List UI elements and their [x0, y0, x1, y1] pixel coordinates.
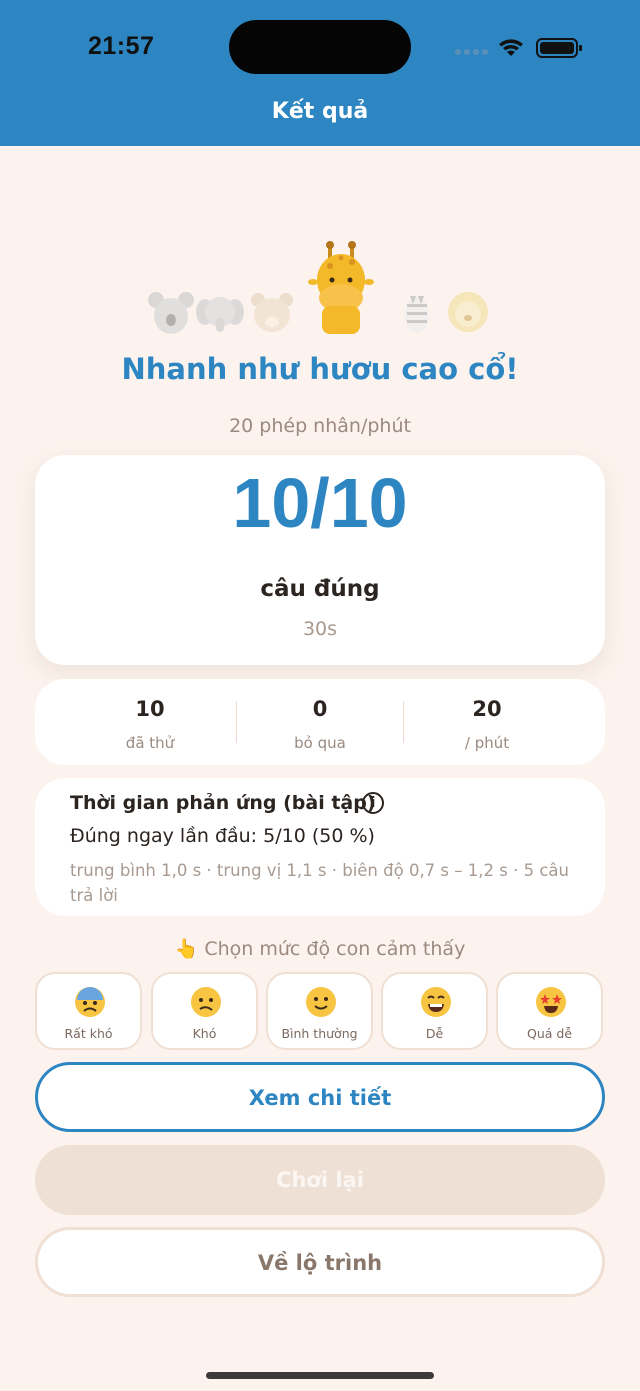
stat-attempted: 10 đã thử: [65, 679, 235, 765]
score-label: câu đúng: [260, 576, 380, 602]
stat-skipped: 0 bỏ qua: [235, 679, 405, 765]
feeling-easy-button[interactable]: Dễ: [381, 972, 488, 1050]
bear-icon: [251, 293, 293, 332]
reaction-time-card: Thời gian phản ứng (bài tập) i Đúng ngay…: [35, 778, 605, 916]
status-time: 21:57: [88, 32, 155, 60]
confused-face-icon: [191, 987, 221, 1017]
giraffe-icon: [308, 241, 374, 334]
score-value: 10/10: [232, 464, 408, 542]
stat-value: 0: [312, 697, 328, 721]
feeling-label: Dễ: [425, 1026, 444, 1041]
first-try-accuracy: Đúng ngay lần đầu: 5/10 (50 %): [70, 825, 375, 847]
stat-value: 20: [472, 697, 502, 721]
feeling-normal-button[interactable]: Bình thường: [266, 972, 373, 1050]
reaction-title: Thời gian phản ứng (bài tập): [70, 792, 376, 814]
view-details-button[interactable]: Xem chi tiết: [35, 1062, 605, 1132]
animal-lineup: [148, 241, 488, 334]
battery-icon: [536, 38, 582, 58]
dynamic-island: [229, 20, 411, 74]
rate-text: 20 phép nhân/phút: [229, 415, 411, 437]
zebra-icon: [405, 296, 429, 333]
anxious-sweat-face-icon: [75, 987, 105, 1017]
feeling-very-hard-button[interactable]: Rất khó: [35, 972, 142, 1050]
stat-label: / phút: [464, 734, 510, 752]
feeling-label: Rất khó: [64, 1026, 113, 1041]
slight-smile-face-icon: [306, 987, 336, 1017]
status-icons: [455, 38, 582, 58]
info-icon[interactable]: i: [362, 792, 384, 814]
feeling-label: Bình thường: [281, 1026, 358, 1041]
home-indicator[interactable]: [206, 1372, 434, 1379]
app-header: 21:57 Kết quả: [0, 0, 640, 146]
stat-label: đã thử: [125, 734, 175, 752]
stat-label: bỏ qua: [294, 734, 346, 752]
elephant-icon: [196, 297, 244, 332]
feeling-prompt: 👆 Chọn mức độ con cảm thấy: [174, 938, 466, 960]
star-struck-face-icon: [536, 987, 566, 1017]
feeling-label: Quá dễ: [526, 1026, 573, 1041]
reaction-details: trung bình 1,0 s · trung vị 1,1 s · biên…: [70, 861, 569, 905]
back-to-route-button[interactable]: Về lộ trình: [35, 1227, 605, 1297]
score-card: 10/10 câu đúng 30s: [35, 455, 605, 665]
feeling-very-easy-button[interactable]: Quá dễ: [496, 972, 603, 1050]
feeling-hard-button[interactable]: Khó: [151, 972, 258, 1050]
feeling-label: Khó: [192, 1026, 217, 1041]
grinning-face-icon: [421, 987, 451, 1017]
stat-per-minute: 20 / phút: [402, 679, 572, 765]
lion-icon: [448, 292, 488, 332]
score-duration: 30s: [302, 618, 338, 640]
page-title: Kết quả: [271, 99, 369, 124]
signal-icon: [455, 49, 488, 55]
koala-icon: [148, 292, 194, 334]
wifi-icon: [499, 39, 523, 56]
feeling-options: Rất khó Khó Bình thường Dễ Quá dễ: [35, 972, 605, 1050]
result-headline: Nhanh như hươu cao cổ!: [121, 352, 519, 386]
play-again-button[interactable]: Chơi lại: [35, 1145, 605, 1215]
stat-value: 10: [135, 697, 165, 721]
stats-card: 10 đã thử 0 bỏ qua 20 / phút: [35, 679, 605, 765]
